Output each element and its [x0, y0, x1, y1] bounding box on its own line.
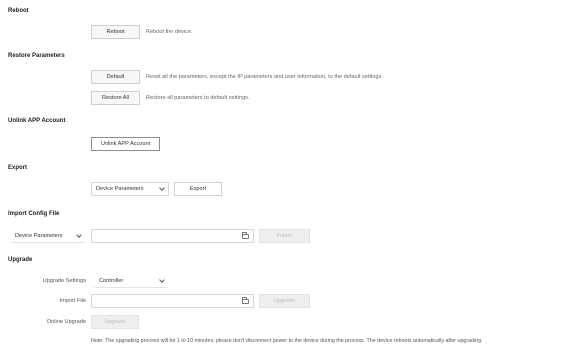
- config-file-input[interactable]: [91, 229, 254, 243]
- online-upgrade-label: Online Upgrade: [46, 319, 86, 325]
- upgrade-settings-label: Upgrade Settings: [42, 278, 86, 284]
- online-upgrade-button[interactable]: Upgrade: [91, 315, 139, 329]
- upgrade-note: Note: The upgrading process will be 1 to…: [91, 338, 483, 344]
- reboot-description: Reboot the device.: [146, 29, 193, 35]
- import-button[interactable]: Import: [259, 229, 310, 243]
- default-button[interactable]: Default: [91, 70, 140, 84]
- import-file-label: Import File: [59, 298, 86, 304]
- import-config-type-select[interactable]: Device Parameters: [10, 229, 86, 243]
- reboot-button[interactable]: Reboot: [91, 25, 140, 39]
- unlink-section-title: Unlink APP Account: [8, 118, 66, 124]
- default-description: Reset all the parameters, except the IP …: [146, 74, 383, 80]
- restore-section-title: Restore Parameters: [8, 53, 65, 59]
- export-section-title: Export: [8, 165, 28, 171]
- restore-all-description: Restore all parameters to default settin…: [146, 95, 250, 101]
- upgrade-file-input[interactable]: [91, 294, 254, 308]
- upgrade-section-title: Upgrade: [8, 257, 33, 263]
- export-type-select[interactable]: Device Parameters: [91, 182, 169, 196]
- folder-icon[interactable]: [242, 297, 249, 304]
- folder-icon[interactable]: [242, 232, 249, 239]
- chevron-down-icon: [159, 277, 165, 283]
- chevron-down-icon: [76, 232, 82, 238]
- unlink-app-account-button[interactable]: Unlink APP Account: [91, 137, 160, 151]
- export-button[interactable]: Export: [174, 182, 222, 196]
- upgrade-settings-select[interactable]: Controller: [94, 274, 169, 288]
- import-config-type-value: Device Parameters: [15, 233, 63, 239]
- import-config-section-title: Import Config File: [8, 211, 60, 217]
- reboot-section-title: Reboot: [8, 8, 29, 14]
- upgrade-settings-value: Controller: [99, 278, 124, 284]
- chevron-down-icon: [159, 185, 165, 191]
- export-type-value: Device Parameters: [96, 186, 144, 192]
- upgrade-file-button[interactable]: Upgrade: [259, 294, 310, 308]
- restore-all-button[interactable]: Restore All: [91, 91, 140, 105]
